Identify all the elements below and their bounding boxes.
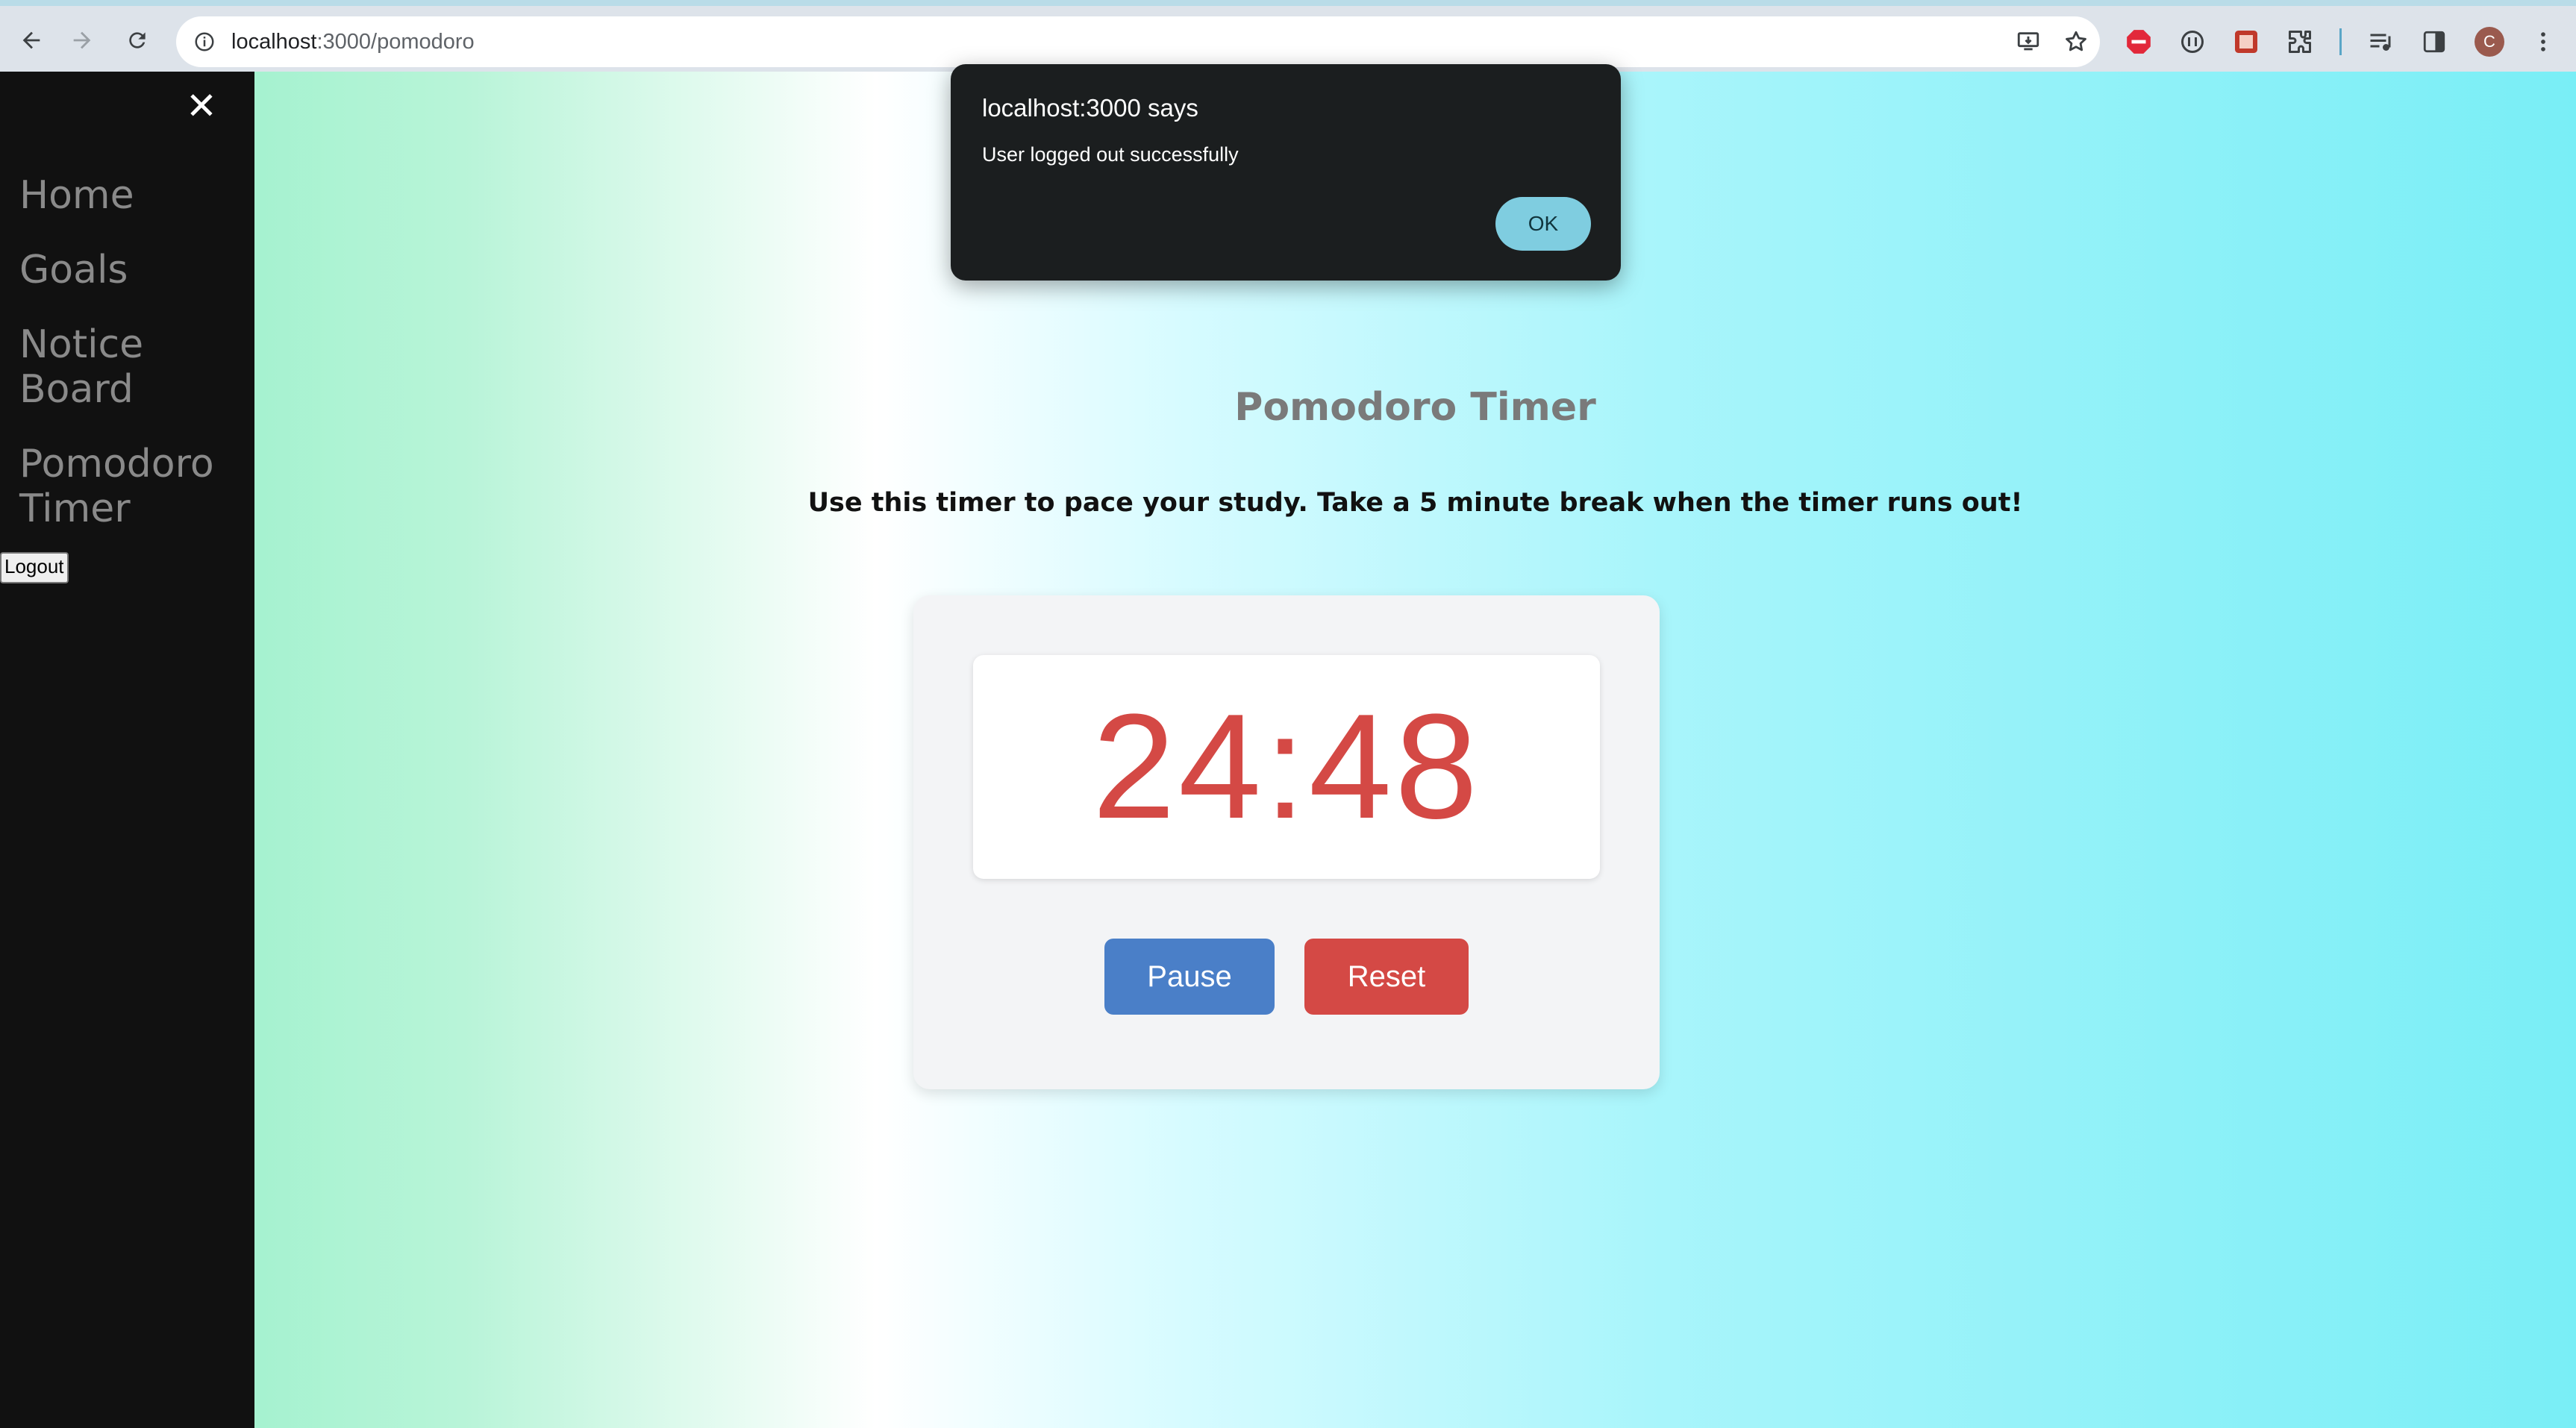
timer-card: 24:48 Pause Reset [913,595,1660,1089]
site-info-icon[interactable] [188,25,221,58]
side-panel-icon[interactable] [2416,24,2452,60]
reload-icon[interactable] [116,19,158,61]
extension-icon[interactable] [2175,24,2210,60]
reset-button[interactable]: Reset [1304,939,1469,1015]
install-app-icon[interactable] [2012,25,2045,58]
toolbar-divider [2339,28,2342,55]
logout-button[interactable]: Logout [0,552,69,583]
sidebar-item-goals[interactable]: Goals [19,248,243,292]
adblock-extension-icon[interactable] [2121,24,2157,60]
sidebar: ✕ Home Goals Notice Board Pomodoro Timer… [0,72,254,1428]
menu-kebab-icon[interactable] [2525,24,2561,60]
url-text: localhost:3000/pomodoro [231,16,475,67]
alert-dialog: localhost:3000 says User logged out succ… [951,64,1621,281]
url-host: localhost [231,30,317,54]
sidebar-item-notice-board[interactable]: Notice Board [19,322,184,412]
page-title: Pomodoro Timer [1234,385,1596,430]
pause-button[interactable]: Pause [1104,939,1275,1015]
address-bar[interactable]: localhost:3000/pomodoro [176,16,2100,67]
profile-avatar[interactable]: C [2475,27,2504,57]
extensions-puzzle-icon[interactable] [2282,24,2318,60]
sidebar-item-pomodoro-timer[interactable]: Pomodoro Timer [19,442,243,531]
close-icon[interactable]: ✕ [184,85,219,127]
page-subtitle: Use this timer to pace your study. Take … [807,488,2023,518]
back-arrow-icon[interactable] [10,19,52,61]
browser-toolbar: localhost:3000/pomodoro C [0,0,2576,72]
extension-icon[interactable] [2228,24,2264,60]
dialog-title: localhost:3000 says [982,94,1198,122]
ok-button[interactable]: OK [1495,197,1591,251]
dialog-message: User logged out successfully [982,143,1239,166]
url-path: :3000/pomodoro [316,30,475,54]
forward-arrow-icon[interactable] [61,19,103,61]
timer-display: 24:48 [973,655,1600,879]
sidebar-item-home[interactable]: Home [19,173,243,218]
bookmark-star-icon[interactable] [2060,25,2092,58]
media-control-icon[interactable] [2363,24,2398,60]
